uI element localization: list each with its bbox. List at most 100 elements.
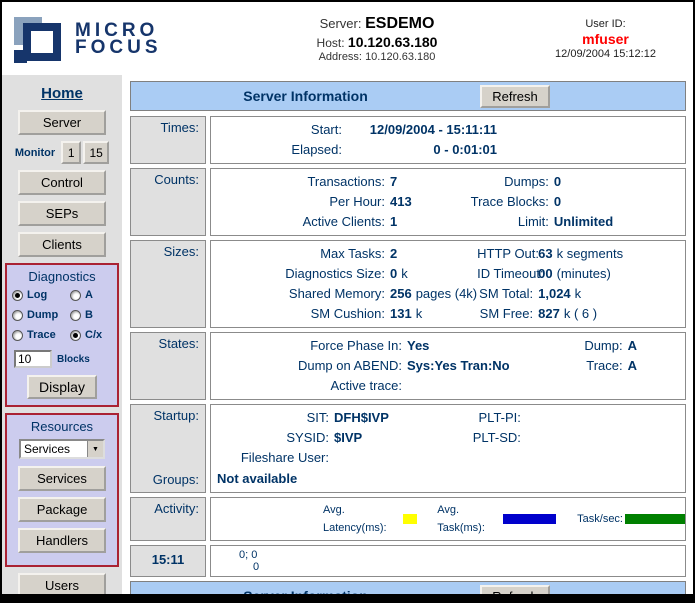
cx-radio-option[interactable]: C/x (70, 329, 112, 341)
monitor-button-1[interactable]: 1 (61, 141, 81, 164)
per-hour-value: 413 (390, 194, 412, 209)
handlers-button[interactable]: Handlers (18, 528, 106, 553)
host-label: Host: (317, 36, 345, 50)
task-per-sec-legend-label: Task/sec: (577, 510, 623, 528)
avg-task-legend-label: Avg. Task(ms): (437, 501, 501, 537)
display-button[interactable]: Display (27, 375, 97, 399)
activity-values-row: 15:11 0; 0 0 (130, 545, 686, 577)
sizes-row: Sizes: Max Tasks:2 Diagnostics Size:0k S… (130, 240, 686, 328)
resources-dropdown-value: Services (21, 441, 87, 457)
b-radio[interactable] (70, 310, 81, 321)
dump-flag-value: A (628, 338, 637, 353)
timestamp: 12/09/2004 15:12:12 (528, 48, 683, 60)
avg-latency-legend-label: Avg. Latency(ms): (323, 501, 401, 537)
limit-value: Unlimited (554, 214, 613, 229)
log-radio-option[interactable]: Log (12, 289, 70, 301)
user-id-value: mfuser (528, 31, 683, 47)
transactions-value: 7 (390, 174, 397, 189)
host-value: 10.120.63.180 (348, 34, 438, 50)
states-row-label: States: (130, 332, 206, 400)
monitor-button-15[interactable]: 15 (83, 141, 109, 164)
task-per-sec-swatch (625, 514, 685, 524)
resources-group: Resources Services ▼ Services Package Ha… (5, 413, 119, 567)
seps-button[interactable]: SEPs (18, 201, 106, 226)
startup-row-label: Startup: (153, 408, 199, 423)
cx-radio[interactable] (70, 330, 81, 341)
control-button[interactable]: Control (18, 170, 106, 195)
dump-radio[interactable] (12, 310, 23, 321)
trace-blocks-value: 0 (554, 194, 561, 209)
log-radio[interactable] (12, 290, 23, 301)
blocks-input[interactable] (14, 350, 52, 368)
dump-radio-option[interactable]: Dump (12, 309, 70, 321)
sizes-row-label: Sizes: (130, 240, 206, 328)
activity-values-line-2: 0 (253, 561, 685, 573)
micro-focus-logo: MICRO FOCUS (14, 15, 226, 63)
diagnostics-radio-grid: Log A Dump B (7, 289, 117, 341)
monitor-label: Monitor (15, 147, 55, 159)
server-button[interactable]: Server (18, 110, 106, 135)
diagnostics-size-value: 0 (390, 266, 397, 281)
a-radio[interactable] (70, 290, 81, 301)
diagnostics-title: Diagnostics (7, 269, 117, 284)
active-clients-value: 1 (390, 214, 397, 229)
bottom-border (2, 594, 693, 601)
avg-latency-swatch (403, 514, 417, 524)
shared-memory-value: 256 (390, 286, 412, 301)
diagnostics-group: Diagnostics Log A Dump (5, 263, 119, 407)
micro-focus-logo-icon (14, 15, 66, 63)
services-button[interactable]: Services (18, 466, 106, 491)
elapsed-time-value: 0 - 0:01:01 (347, 140, 497, 160)
server-info: Server: ESDEMO Host: 10.120.63.180 Addre… (226, 15, 528, 63)
trace-radio[interactable] (12, 330, 23, 341)
user-info: User ID: mfuser 12/09/2004 15:12:12 (528, 18, 683, 60)
main-area: Server Information Refresh Times: Start:… (122, 75, 693, 594)
sm-cushion-value: 131 (390, 306, 412, 321)
home-link[interactable]: Home (2, 85, 122, 102)
resources-title: Resources (7, 419, 117, 434)
sm-free-value: 827 (538, 306, 560, 321)
startup-row: Startup: Groups: SIT:DFH$IVP SYSID:$IVP … (130, 404, 686, 493)
bottom-title-band: Server Information Refresh (130, 581, 686, 594)
counts-row-label: Counts: (130, 168, 206, 236)
max-tasks-value: 2 (390, 246, 397, 261)
header: MICRO FOCUS Server: ESDEMO Host: 10.120.… (2, 2, 693, 75)
activity-row: Activity: Avg. Latency(ms): Avg. Task(ms… (130, 497, 686, 541)
force-phase-in-value: Yes (407, 338, 429, 353)
activity-values-line-1: 0; 0 (239, 549, 685, 561)
groups-value: Not available (217, 468, 685, 489)
trace-radio-option[interactable]: Trace (12, 329, 70, 341)
resources-dropdown[interactable]: Services ▼ (19, 439, 105, 459)
monitor-row: Monitor 1 15 (2, 141, 122, 164)
chevron-down-icon[interactable]: ▼ (87, 441, 103, 457)
clients-button[interactable]: Clients (18, 232, 106, 257)
top-title-band: Server Information Refresh (130, 81, 686, 111)
times-row: Times: Start:12/09/2004 - 15:11:11 Elaps… (130, 116, 686, 164)
a-radio-option[interactable]: A (70, 289, 112, 301)
server-name: ESDEMO (365, 15, 434, 32)
activity-row-label: Activity: (130, 497, 206, 541)
avg-task-swatch (503, 514, 556, 524)
b-radio-option[interactable]: B (70, 309, 112, 321)
id-timeout-value: 00 (538, 266, 552, 281)
activity-time-label: 15:11 (130, 545, 206, 577)
page: MICRO FOCUS Server: ESDEMO Host: 10.120.… (0, 0, 695, 603)
address-value: 10.120.63.180 (365, 51, 435, 63)
package-button[interactable]: Package (18, 497, 106, 522)
refresh-button-bottom[interactable]: Refresh (480, 585, 550, 595)
micro-focus-logo-text: MICRO FOCUS (75, 22, 162, 56)
page-title: Server Information (131, 88, 480, 104)
address-label: Address: (319, 51, 362, 63)
sm-total-value: 1,024 (538, 286, 571, 301)
sysid-value: $IVP (334, 430, 362, 445)
blocks-label: Blocks (57, 354, 90, 365)
users-button[interactable]: Users (18, 573, 106, 594)
groups-row-label: Groups: (153, 472, 199, 487)
states-row: States: Force Phase In:Yes Dump on ABEND… (130, 332, 686, 400)
trace-flag-value: A (628, 358, 637, 373)
blocks-row: Blocks (14, 350, 117, 368)
server-label: Server: (320, 16, 362, 31)
sidebar: Home Server Monitor 1 15 Control SEPs Cl… (2, 75, 122, 594)
counts-row: Counts: Transactions:7 Per Hour:413 Acti… (130, 168, 686, 236)
refresh-button-top[interactable]: Refresh (480, 85, 550, 108)
